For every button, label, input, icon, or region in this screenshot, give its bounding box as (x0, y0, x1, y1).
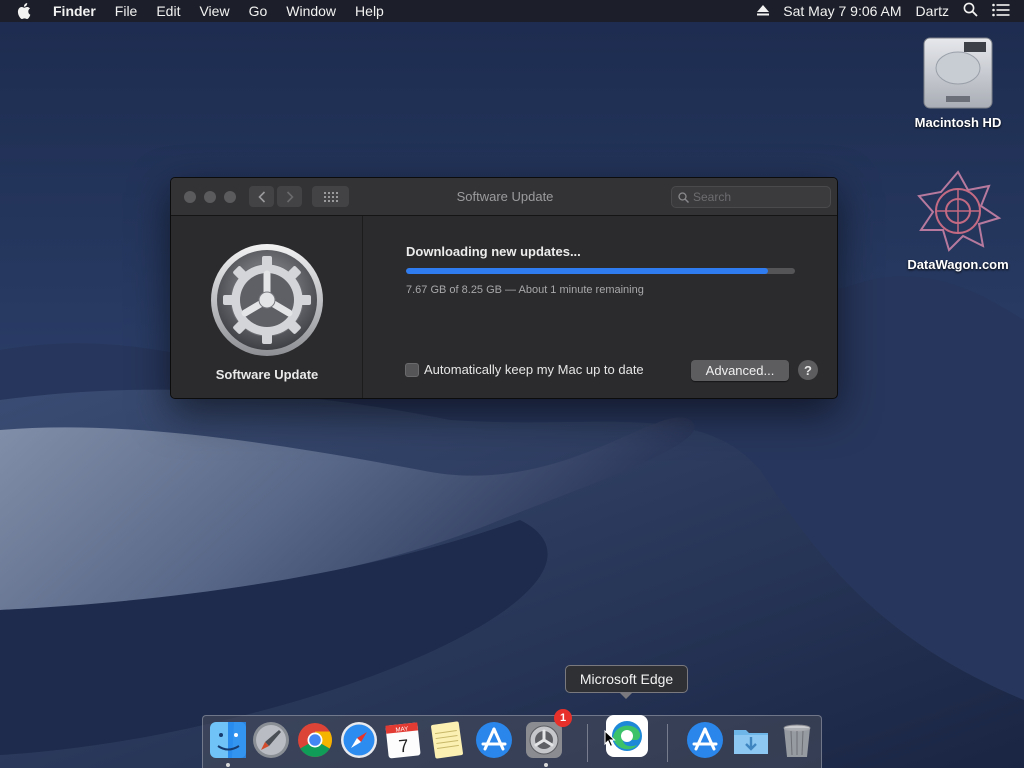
desktop-icon-datawagon[interactable]: DataWagon.com (903, 168, 1013, 272)
apple-icon[interactable] (17, 0, 39, 22)
desktop-icon-macintosh-hd[interactable]: Macintosh HD (903, 32, 1013, 130)
trash-icon[interactable] (777, 720, 817, 760)
dock-separator (667, 724, 668, 762)
spotlight-icon[interactable] (963, 2, 978, 20)
auto-update-option[interactable]: Automatically keep my Mac up to date (405, 362, 644, 377)
calendar-day: 7 (398, 735, 410, 756)
advanced-button[interactable]: Advanced... (691, 360, 789, 381)
menu-view[interactable]: View (199, 3, 229, 19)
download-progress-bar (406, 268, 795, 274)
downloads-folder-icon[interactable] (731, 720, 771, 760)
menu-file[interactable]: File (115, 3, 138, 19)
desktop-icon-label: Macintosh HD (914, 115, 1002, 130)
search-icon (678, 191, 689, 203)
search-input[interactable] (693, 190, 823, 204)
dock-separator (587, 724, 588, 762)
app-store-icon[interactable] (474, 720, 514, 760)
hard-drive-icon (923, 37, 993, 109)
status-title: Downloading new updates... (406, 244, 581, 259)
software-update-window: Software Update Search Software Update D… (170, 177, 838, 399)
auto-update-label: Automatically keep my Mac up to date (424, 362, 644, 377)
dock-tooltip: Microsoft Edge (565, 665, 688, 693)
app-store-icon[interactable] (685, 720, 725, 760)
running-indicator (226, 763, 230, 767)
menubar-clock[interactable]: Sat May 7 9:06 AM (783, 3, 901, 19)
pane-sidebar: Software Update (171, 216, 363, 398)
pane-name: Software Update (215, 367, 319, 382)
mouse-cursor-icon (604, 730, 616, 748)
eject-icon[interactable] (757, 3, 770, 19)
download-progress-fill (406, 268, 768, 274)
notes-icon[interactable] (427, 720, 467, 760)
dock: MAY 7 (202, 715, 822, 768)
menu-window[interactable]: Window (286, 3, 336, 19)
menu-help[interactable]: Help (355, 3, 384, 19)
datawagon-logo-icon (917, 170, 1002, 252)
notification-badge: 1 (554, 709, 572, 727)
launchpad-icon[interactable] (251, 720, 291, 760)
search-field[interactable] (671, 186, 831, 208)
menu-bar: Finder File Edit View Go Window Help Sat… (0, 0, 1024, 22)
auto-update-checkbox[interactable] (405, 362, 419, 377)
running-indicator (544, 763, 548, 767)
dock-tooltip-tail (619, 692, 633, 699)
calendar-icon[interactable]: MAY 7 (383, 720, 423, 760)
menu-go[interactable]: Go (249, 3, 268, 19)
finder-icon[interactable] (208, 720, 248, 760)
menu-edit[interactable]: Edit (156, 3, 180, 19)
menu-app-name[interactable]: Finder (53, 3, 96, 19)
desktop-icon-label: DataWagon.com (907, 257, 1009, 272)
software-update-gear-icon (211, 244, 323, 356)
window-titlebar[interactable]: Software Update (171, 178, 837, 216)
help-button[interactable]: ? (798, 360, 818, 380)
menubar-user[interactable]: Dartz (916, 3, 949, 19)
notification-center-icon[interactable] (992, 3, 1010, 20)
chrome-icon[interactable] (295, 720, 335, 760)
safari-icon[interactable] (339, 720, 379, 760)
download-progress-text: 7.67 GB of 8.25 GB — About 1 minute rema… (406, 284, 644, 296)
